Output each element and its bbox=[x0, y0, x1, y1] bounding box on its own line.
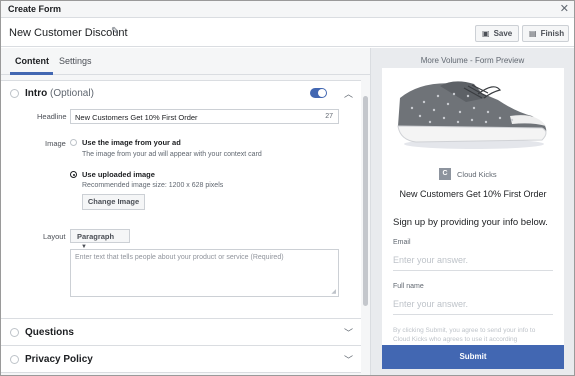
intro-optional-text: (Optional) bbox=[50, 88, 94, 99]
save-button[interactable]: ▣ Save bbox=[475, 25, 519, 42]
close-icon[interactable]: ✕ bbox=[560, 2, 569, 15]
intro-title-text: Intro bbox=[25, 88, 48, 99]
intro-section: Intro (Optional) ︿ Headline New Customer… bbox=[1, 80, 361, 319]
chevron-down-icon[interactable]: ﹀ bbox=[344, 353, 353, 366]
description-textarea[interactable]: Enter text that tells people about your … bbox=[70, 249, 339, 297]
preview-intro-text: Sign up by providing your info below. bbox=[393, 217, 548, 228]
resize-handle-icon[interactable]: ◢ bbox=[331, 288, 336, 295]
window-titlebar: Create Form ✕ bbox=[1, 1, 574, 18]
questions-title[interactable]: Questions bbox=[25, 327, 74, 338]
intro-title[interactable]: Intro (Optional) bbox=[25, 88, 94, 99]
email-field[interactable]: Enter your answer. bbox=[393, 255, 553, 271]
form-header: New Customer Discount ✎ ▣ Save ▤ Finish bbox=[1, 19, 574, 47]
preview-title: More Volume - Form Preview bbox=[420, 56, 525, 65]
image-from-ad-desc: The image from your ad will appear with … bbox=[82, 151, 262, 158]
save-icon: ▣ bbox=[482, 29, 490, 38]
form-preview-card: C Cloud Kicks New Customers Get 10% Firs… bbox=[382, 68, 564, 368]
brand-name: Cloud Kicks bbox=[457, 169, 497, 179]
tab-settings[interactable]: Settings bbox=[59, 56, 92, 66]
headline-input[interactable]: New Customers Get 10% First Order 27 bbox=[70, 109, 339, 124]
layout-select-value: Paragraph bbox=[77, 232, 115, 241]
change-image-button[interactable]: Change Image bbox=[82, 194, 145, 210]
uploaded-image-desc: Recommended image size: 1200 x 628 pixel… bbox=[82, 182, 224, 189]
finish-icon: ▤ bbox=[529, 29, 537, 38]
fullname-field[interactable]: Enter your answer. bbox=[393, 299, 553, 315]
pencil-icon[interactable]: ✎ bbox=[111, 26, 119, 37]
headline-label: Headline bbox=[37, 112, 67, 121]
intro-toggle[interactable] bbox=[310, 88, 327, 98]
privacy-policy-section[interactable]: Privacy Policy ﹀ bbox=[1, 346, 361, 373]
editor-tabs: Content Settings bbox=[1, 48, 370, 75]
editor-panel: Content Settings Intro (Optional) ︿ Head… bbox=[1, 48, 370, 375]
image-label: Image bbox=[45, 139, 66, 148]
brand-row: C Cloud Kicks bbox=[439, 168, 497, 180]
submit-button[interactable]: Submit bbox=[382, 345, 564, 369]
window-title: Create Form bbox=[8, 4, 62, 14]
preview-headline: New Customers Get 10% First Order bbox=[399, 189, 547, 199]
editor-scrollbar[interactable] bbox=[363, 76, 368, 375]
chevron-up-icon[interactable]: ︿ bbox=[344, 87, 353, 100]
headline-input-value: New Customers Get 10% First Order bbox=[75, 113, 198, 122]
uploaded-image-radio[interactable] bbox=[70, 171, 77, 178]
layout-label: Layout bbox=[43, 232, 66, 241]
shoe-image bbox=[382, 68, 564, 152]
layout-select[interactable]: Paragraph ▼ bbox=[70, 229, 130, 250]
description-placeholder: Enter text that tells people about your … bbox=[75, 254, 284, 261]
questions-section[interactable]: Questions ﹀ bbox=[1, 319, 361, 346]
brand-logo: C bbox=[439, 168, 451, 180]
save-button-label: Save bbox=[493, 29, 513, 38]
privacy-title[interactable]: Privacy Policy bbox=[25, 354, 93, 365]
fullname-field-label: Full name bbox=[393, 283, 424, 290]
tab-content[interactable]: Content bbox=[15, 56, 49, 66]
uploaded-image-title[interactable]: Use uploaded image bbox=[82, 170, 155, 179]
questions-status-icon bbox=[10, 328, 19, 337]
create-form-window: Create Form ✕ New Customer Discount ✎ ▣ … bbox=[0, 0, 575, 376]
finish-button[interactable]: ▤ Finish bbox=[522, 25, 569, 42]
chevron-down-icon[interactable]: ﹀ bbox=[344, 326, 353, 339]
privacy-status-icon bbox=[10, 355, 19, 364]
intro-status-icon bbox=[10, 89, 19, 98]
headline-char-count: 27 bbox=[325, 113, 333, 120]
active-tab-indicator bbox=[10, 72, 53, 75]
image-from-ad-title[interactable]: Use the image from your ad bbox=[82, 138, 181, 147]
preview-panel: More Volume - Form Preview C Cloud Kicks… bbox=[371, 48, 574, 375]
preview-disclaimer: By clicking Submit, you agree to send yo… bbox=[393, 327, 536, 343]
image-from-ad-radio[interactable] bbox=[70, 139, 77, 146]
email-field-label: Email bbox=[393, 239, 411, 246]
finish-button-label: Finish bbox=[540, 29, 565, 38]
editor-scrollbar-thumb[interactable] bbox=[363, 96, 368, 306]
form-name[interactable]: New Customer Discount bbox=[9, 27, 128, 39]
